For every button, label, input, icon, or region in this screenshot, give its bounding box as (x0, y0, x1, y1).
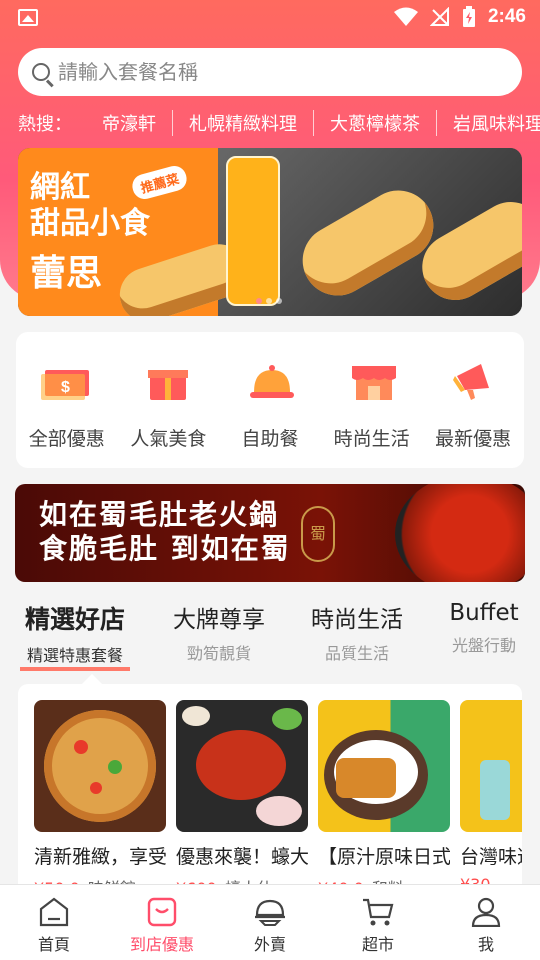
nav-home[interactable]: 首頁 (0, 885, 108, 960)
section-tabs: 精選好店 精選特惠套餐 大牌尊享 勁筍靚貨 時尚生活 品質生活 Buffet 光… (0, 600, 540, 671)
coupon-icon: $ (40, 362, 89, 402)
no-signal-icon (429, 7, 449, 26)
gift-icon (148, 362, 189, 402)
store-icon (351, 362, 396, 402)
product-name: 【原汁原味日式... (318, 846, 450, 868)
product-card[interactable]: 優惠來襲！蠔大... ¥600蠔大仕 (176, 700, 308, 899)
category-label: 自助餐 (241, 428, 299, 450)
hot-search-row: 熱搜： 帝濠軒 札幌精緻料理 大蔥檸檬茶 岩風味料理 (18, 108, 540, 138)
search-bar[interactable] (18, 48, 522, 96)
hot-keyword[interactable]: 帝濠軒 (86, 110, 173, 136)
hot-keyword[interactable]: 大蔥檸檬茶 (314, 110, 437, 136)
search-input[interactable] (58, 60, 478, 84)
carousel-indicator (256, 298, 282, 304)
store-deal-icon (145, 897, 179, 927)
juice-bottle-image (226, 156, 280, 306)
takeout-icon (253, 897, 287, 927)
clock: 2:46 (487, 6, 526, 27)
nav-store-deals[interactable]: 到店優惠 (108, 885, 216, 960)
product-card[interactable]: 【原汁原味日式... ¥40.0和料 (318, 700, 450, 899)
product-card[interactable]: 清新雅緻，享受... ¥50.0味鮮館 (34, 700, 166, 899)
product-name: 台灣味道 (460, 846, 522, 868)
category-all-deals[interactable]: $ 全部優惠 (16, 332, 118, 468)
hotpot-promo-text: 如在蜀毛肚老火鍋 食脆毛肚 到如在蜀 (39, 498, 291, 565)
banner-brand: 蕾思 (30, 253, 103, 294)
nav-label: 超市 (361, 935, 394, 954)
profile-icon (469, 897, 503, 928)
hotpot-promo-banner[interactable]: 如在蜀毛肚老火鍋 食脆毛肚 到如在蜀 蜀 (15, 484, 525, 582)
image-notification-icon (18, 9, 38, 26)
wifi-icon (393, 7, 418, 26)
hot-keyword[interactable]: 岩風味料理 (437, 110, 540, 136)
category-label: 最新優惠 (435, 428, 512, 450)
product-name: 優惠來襲！蠔大... (176, 846, 308, 868)
nav-label: 首頁 (37, 935, 70, 954)
nav-label: 我 (477, 935, 494, 954)
bottom-navigation: 首頁 到店優惠 外賣 超市 我 (0, 884, 540, 960)
category-popular-food[interactable]: 人氣美食 (118, 332, 220, 468)
nav-supermarket[interactable]: 超市 (324, 885, 432, 960)
nav-label: 外賣 (253, 935, 286, 954)
category-label: 時尚生活 (333, 428, 410, 450)
status-bar: 2:46 (0, 0, 540, 36)
svg-text:$: $ (61, 379, 70, 396)
food-cover-icon (249, 362, 294, 402)
category-lifestyle[interactable]: 時尚生活 (321, 332, 423, 468)
category-grid: $ 全部優惠 人氣美食 自助餐 時尚生活 最新優惠 (16, 332, 524, 468)
battery-icon (462, 6, 475, 27)
tab-big-brands[interactable]: 大牌尊享 勁筍靚貨 (164, 600, 274, 664)
cart-icon (361, 897, 395, 927)
curry-cutlet-image (318, 700, 450, 832)
tab-lifestyle[interactable]: 時尚生活 品質生活 (302, 600, 412, 664)
nav-label: 到店優惠 (129, 935, 194, 954)
category-buffet[interactable]: 自助餐 (219, 332, 321, 468)
hotpot-spread-image (176, 700, 308, 832)
tab-buffet[interactable]: Buffet 光盤行動 (442, 600, 526, 656)
home-icon (37, 897, 71, 927)
product-carousel[interactable]: 清新雅緻，享受... ¥50.0味鮮館 優惠來襲！蠔大... ¥600蠔大仕 【… (34, 700, 522, 900)
shu-seal-logo: 蜀 (301, 506, 335, 562)
hot-search-label: 熱搜： (18, 114, 72, 135)
product-name: 清新雅緻，享受... (34, 846, 166, 868)
pizza-image (34, 700, 166, 832)
nav-profile[interactable]: 我 (432, 885, 540, 960)
category-label: 人氣美食 (130, 428, 207, 450)
promo-carousel[interactable]: 網紅 甜品小食 蕾思 推薦菜 (18, 148, 522, 316)
megaphone-icon (453, 362, 493, 402)
product-card[interactable]: 台灣味道 ¥30 (460, 700, 522, 894)
search-icon (32, 63, 50, 81)
nav-takeout[interactable]: 外賣 (216, 885, 324, 960)
hotpot-image (395, 484, 525, 582)
hot-keyword[interactable]: 札幌精緻料理 (173, 110, 314, 136)
tab-featured-shops[interactable]: 精選好店 精選特惠套餐 (20, 600, 130, 671)
drink-image (460, 700, 522, 832)
category-label: 全部優惠 (28, 428, 105, 450)
category-latest-deals[interactable]: 最新優惠 (422, 332, 524, 468)
